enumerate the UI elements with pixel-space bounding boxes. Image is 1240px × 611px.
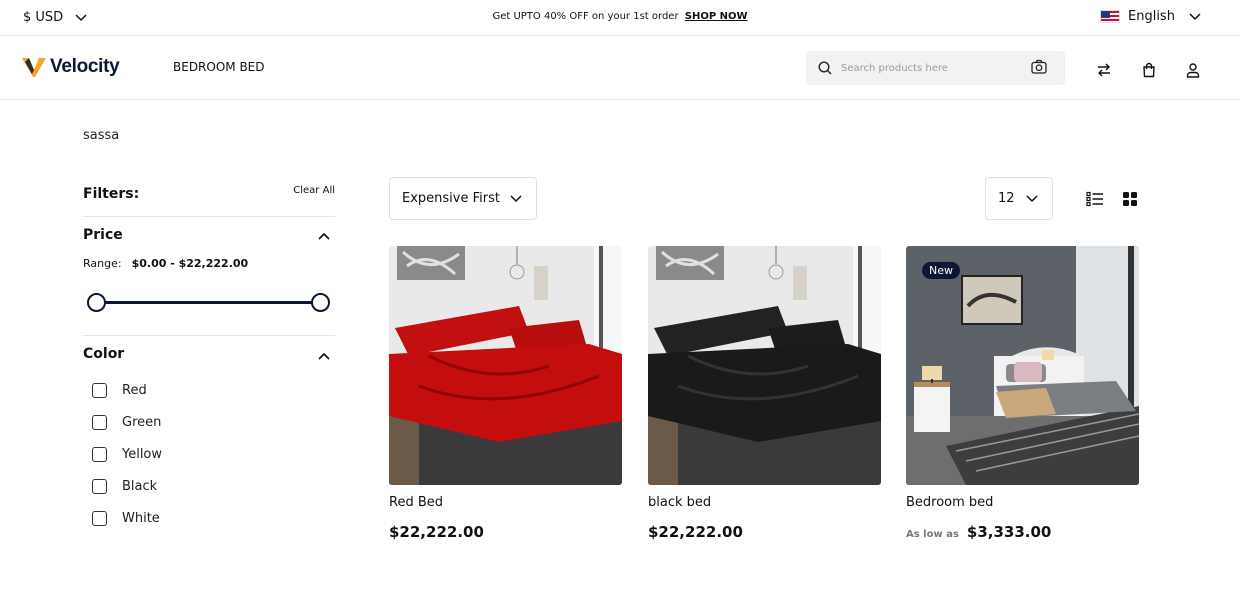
color-option-label: White	[122, 511, 160, 526]
checkbox[interactable]	[92, 447, 107, 462]
us-flag-icon	[1100, 10, 1120, 23]
product-name[interactable]: Bedroom bed	[906, 495, 993, 510]
grid-view-icon[interactable]	[1120, 189, 1140, 209]
search-bar	[806, 51, 1065, 85]
color-option-label: Red	[122, 383, 147, 398]
product-price-block: As low as $3,333.00	[906, 523, 1051, 541]
product-price: $22,222.00	[648, 523, 743, 541]
color-option-label: Green	[122, 415, 162, 430]
price-slider-max-handle[interactable]	[311, 293, 330, 312]
price-slider-track[interactable]	[96, 301, 322, 304]
per-page-dropdown[interactable]: 12	[985, 177, 1053, 220]
range-label: Range:	[83, 257, 122, 270]
nav-item-bedroom-bed[interactable]: BEDROOM BED	[173, 60, 265, 74]
product-name[interactable]: Red Bed	[389, 495, 443, 510]
price-slider-min-handle[interactable]	[87, 293, 106, 312]
checkbox[interactable]	[92, 511, 107, 526]
logo-text: Velocity	[50, 56, 120, 77]
product-price: $22,222.00	[389, 523, 484, 541]
chevron-up-icon[interactable]	[317, 349, 331, 363]
product-price: $3,333.00	[966, 523, 1052, 541]
product-image[interactable]: New	[906, 246, 1139, 485]
color-option-label: Black	[122, 479, 158, 494]
language-label: English	[1128, 9, 1175, 24]
color-option-red[interactable]: Red	[92, 383, 147, 398]
filters-title: Filters:	[83, 186, 140, 202]
checkbox[interactable]	[92, 383, 107, 398]
color-option-white[interactable]: White	[92, 511, 160, 526]
color-option-yellow[interactable]: Yellow	[92, 447, 162, 462]
main-header: Velocity BEDROOM BED	[0, 36, 1240, 100]
filters-header: Filters: Clear All	[83, 183, 335, 202]
list-view-icon[interactable]	[1085, 189, 1105, 209]
user-account-icon[interactable]	[1183, 60, 1203, 80]
checkbox[interactable]	[92, 415, 107, 430]
price-section-title[interactable]: Price	[83, 227, 123, 243]
chevron-up-icon[interactable]	[317, 229, 331, 243]
logo[interactable]: Velocity	[22, 56, 120, 78]
color-section-title[interactable]: Color	[83, 346, 124, 362]
language-selector[interactable]: English	[1100, 9, 1201, 24]
sort-dropdown[interactable]: Expensive First	[389, 177, 537, 220]
camera-icon[interactable]	[1031, 59, 1047, 79]
product-image[interactable]	[648, 246, 881, 485]
promo-text: Get UPTO 40% OFF on your 1st order	[492, 11, 679, 22]
velocity-logo-icon	[22, 58, 46, 77]
checkbox[interactable]	[92, 479, 107, 494]
shopping-bag-icon[interactable]	[1139, 60, 1159, 80]
search-icon[interactable]	[817, 60, 833, 76]
promo-banner: Get UPTO 40% OFF on your 1st order SHOP …	[0, 11, 1240, 22]
divider	[83, 216, 335, 217]
compare-icon[interactable]	[1094, 60, 1114, 80]
price-range: Range: $0.00 - $22,222.00	[83, 257, 248, 270]
color-option-green[interactable]: Green	[92, 415, 161, 430]
product-card-bedroom-bed[interactable]: New Bedroom bed As low as $3,333.00	[906, 246, 1139, 541]
chevron-down-icon	[510, 195, 522, 203]
top-bar: $ USD Get UPTO 40% OFF on your 1st order…	[0, 0, 1240, 36]
shop-now-link[interactable]: SHOP NOW	[685, 11, 748, 22]
product-card-red-bed[interactable]: Red Bed $22,222.00	[389, 246, 622, 541]
clear-all-button[interactable]: Clear All	[293, 185, 335, 196]
per-page-value: 12	[998, 191, 1015, 206]
color-option-black[interactable]: Black	[92, 479, 157, 494]
price-prefix: As low as	[906, 529, 959, 540]
search-input[interactable]	[841, 62, 1021, 74]
page-title: sassa	[83, 128, 120, 143]
chevron-down-icon	[1026, 195, 1038, 203]
product-card-black-bed[interactable]: black bed $22,222.00	[648, 246, 881, 541]
product-name[interactable]: black bed	[648, 495, 711, 510]
new-badge: New	[922, 262, 960, 279]
chevron-down-icon	[1189, 12, 1201, 20]
divider	[83, 335, 335, 336]
sort-value: Expensive First	[402, 191, 500, 206]
range-value: $0.00 - $22,222.00	[131, 257, 249, 270]
product-image[interactable]	[389, 246, 622, 485]
color-option-label: Yellow	[122, 447, 163, 462]
